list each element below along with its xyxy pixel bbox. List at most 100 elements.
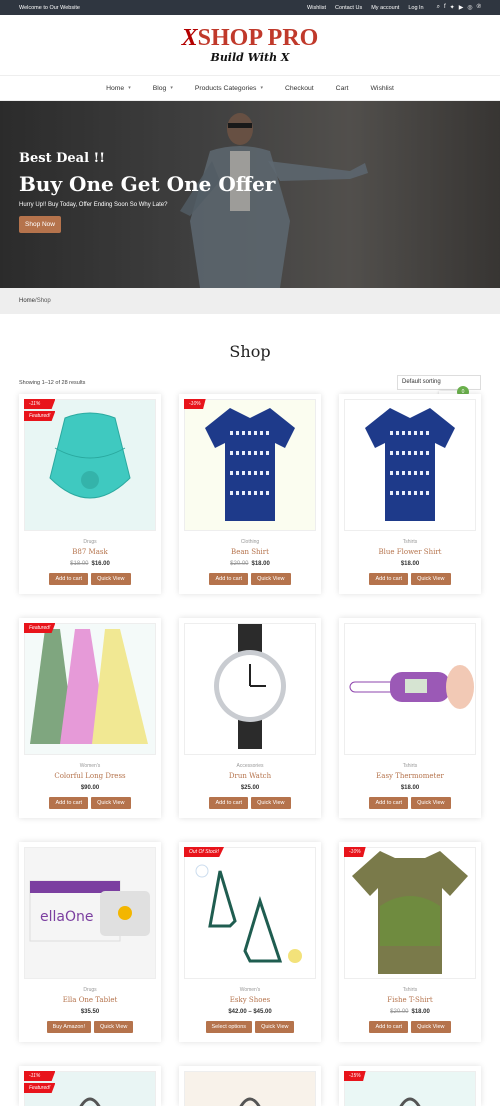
product-card[interactable]: ellaOneDrugsElla One Tablet$35.50Buy Ama… — [19, 842, 161, 1042]
product-card[interactable]: -11%Featured! — [19, 1066, 161, 1106]
product-badges: -11%Featured! — [24, 399, 55, 421]
product-card[interactable]: AccessoriesDrun Watch$25.00Add to cartQu… — [179, 618, 321, 818]
add-to-cart-button[interactable]: Add to cart — [209, 573, 248, 585]
nav-home[interactable]: Home▾ — [106, 85, 131, 92]
hero-title: Buy One Get One Offer — [19, 172, 275, 196]
product-image[interactable] — [344, 399, 476, 531]
quick-view-button[interactable]: Quick View — [94, 1021, 133, 1033]
product-category[interactable]: Clothing — [184, 539, 316, 545]
product-card[interactable]: Out Of Stock!Women'sEsky Shoes$42.00 – $… — [179, 842, 321, 1042]
product-name[interactable]: Colorful Long Dress — [24, 772, 156, 780]
site-logo[interactable]: XSHOP PRO Build With X — [0, 15, 500, 75]
add-to-cart-button[interactable]: Add to cart — [369, 797, 408, 809]
product-card[interactable]: -10%TshirtsFishe T-Shirt$20.00$18.00Add … — [339, 842, 481, 1042]
product-image[interactable] — [344, 847, 476, 979]
shop-now-button[interactable]: Shop Now — [19, 216, 61, 233]
pinterest-icon[interactable]: ℗ — [477, 4, 481, 11]
add-to-cart-button[interactable]: Add to cart — [209, 797, 248, 809]
product-card[interactable]: Featured!Women'sColorful Long Dress$90.0… — [19, 618, 161, 818]
add-to-cart-button[interactable]: Buy Amazon! — [47, 1021, 91, 1033]
nav-blog[interactable]: Blog▾ — [153, 85, 173, 92]
sale-badge: Featured! — [24, 411, 55, 421]
sale-badge: -10% — [184, 399, 206, 409]
quick-view-button[interactable]: Quick View — [411, 573, 450, 585]
add-to-cart-button[interactable]: Add to cart — [49, 573, 88, 585]
my-account-link[interactable]: My account — [371, 5, 399, 11]
contact-us-link[interactable]: Contact Us — [335, 5, 362, 11]
product-image[interactable] — [184, 1071, 316, 1106]
product-name[interactable]: Ella One Tablet — [24, 996, 156, 1004]
product-image[interactable] — [184, 847, 316, 979]
welcome-text: Welcome to Our Website — [19, 5, 80, 11]
old-price: $20.00 — [390, 1009, 408, 1015]
product-name[interactable]: Easy Thermometer — [344, 772, 476, 780]
hero-subtitle: Hurry Up!! Buy Today, Offer Ending Soon … — [19, 202, 275, 208]
youtube-icon[interactable]: ▶ — [459, 4, 464, 11]
quick-view-button[interactable]: Quick View — [251, 573, 290, 585]
product-image[interactable] — [344, 623, 476, 755]
mask-icon — [45, 408, 135, 523]
watch-icon — [200, 624, 300, 754]
instagram-icon[interactable]: ◎ — [467, 4, 472, 11]
product-category[interactable]: Women's — [24, 763, 156, 769]
nav-wishlist[interactable]: Wishlist — [371, 85, 394, 92]
product-category[interactable]: Tshirts — [344, 763, 476, 769]
top-bar: Welcome to Our Website Wishlist Contact … — [0, 0, 500, 15]
shoes-icon — [190, 851, 310, 976]
add-to-cart-button[interactable]: Add to cart — [369, 573, 408, 585]
product-price: $42.00 – $45.00 — [184, 1009, 316, 1015]
product-category[interactable]: Accessories — [184, 763, 316, 769]
product-image[interactable] — [184, 623, 316, 755]
product-category[interactable]: Women's — [184, 987, 316, 993]
product-name[interactable]: Fishe T-Shirt — [344, 996, 476, 1004]
nav-checkout[interactable]: Checkout — [285, 85, 314, 92]
add-to-cart-button[interactable]: Select options — [206, 1021, 253, 1033]
product-badges: Featured! — [24, 623, 55, 633]
product-card[interactable]: -10%ClothingBean Shirt$20.00$18.00Add to… — [179, 394, 321, 594]
add-to-cart-button[interactable]: Add to cart — [49, 797, 88, 809]
bag-icon — [60, 1079, 120, 1106]
product-category[interactable]: Tshirts — [344, 539, 476, 545]
tshirt-icon — [350, 847, 470, 979]
sort-select[interactable]: Default sorting — [397, 375, 481, 390]
current-price: $18.00 — [401, 785, 419, 791]
breadcrumb-home[interactable]: Home — [19, 298, 35, 304]
product-category[interactable]: Tshirts — [344, 987, 476, 993]
quick-view-button[interactable]: Quick View — [411, 1021, 450, 1033]
current-price: $16.00 — [92, 561, 110, 567]
facebook-icon[interactable]: f — [444, 4, 446, 11]
product-name[interactable]: Blue Flower Shirt — [344, 548, 476, 556]
quick-view-button[interactable]: Quick View — [251, 797, 290, 809]
product-name[interactable]: Drun Watch — [184, 772, 316, 780]
quick-view-button[interactable]: Quick View — [91, 797, 130, 809]
product-card[interactable]: Tshirts Easy Thermometer $18.00 Add to cart… — [339, 618, 481, 818]
twitter-icon[interactable]: ✦ — [450, 4, 455, 11]
quick-view-button[interactable]: Quick View — [255, 1021, 294, 1033]
logo-title: SHOP PRO — [198, 25, 319, 51]
product-name[interactable]: B87 Mask — [24, 548, 156, 556]
thermometer-icon — [345, 657, 475, 722]
product-category[interactable]: Drugs — [24, 987, 156, 993]
product-category[interactable]: Drugs — [24, 539, 156, 545]
product-name[interactable]: Esky Shoes — [184, 996, 316, 1004]
product-name[interactable]: Bean Shirt — [184, 548, 316, 556]
wishlist-link[interactable]: Wishlist — [307, 5, 326, 11]
product-image[interactable] — [24, 623, 156, 755]
login-link[interactable]: Log In — [408, 5, 423, 11]
product-card[interactable]: -15% — [339, 1066, 481, 1106]
add-to-cart-button[interactable]: Add to cart — [369, 1021, 408, 1033]
quick-view-button[interactable]: Quick View — [411, 797, 450, 809]
product-card[interactable]: TshirtsBlue Flower Shirt$18.00Add to car… — [339, 394, 481, 594]
svg-text:ellaOne: ellaOne — [40, 909, 93, 925]
nav-products-categories[interactable]: Products Categories▾ — [195, 85, 263, 92]
social-icons: ⌕ f ✦ ▶ ◎ ℗ — [437, 4, 481, 11]
chevron-down-icon: ▾ — [170, 85, 173, 91]
product-image[interactable] — [184, 399, 316, 531]
product-image[interactable]: ellaOne — [24, 847, 156, 979]
product-card[interactable]: -11%Featured!DrugsB87 Mask$18.00$16.00Ad… — [19, 394, 161, 594]
sale-badge: Featured! — [24, 1083, 55, 1093]
nav-cart[interactable]: Cart — [336, 85, 349, 92]
product-card[interactable] — [179, 1066, 321, 1106]
quick-view-button[interactable]: Quick View — [91, 573, 130, 585]
search-icon[interactable]: ⌕ — [437, 4, 440, 11]
